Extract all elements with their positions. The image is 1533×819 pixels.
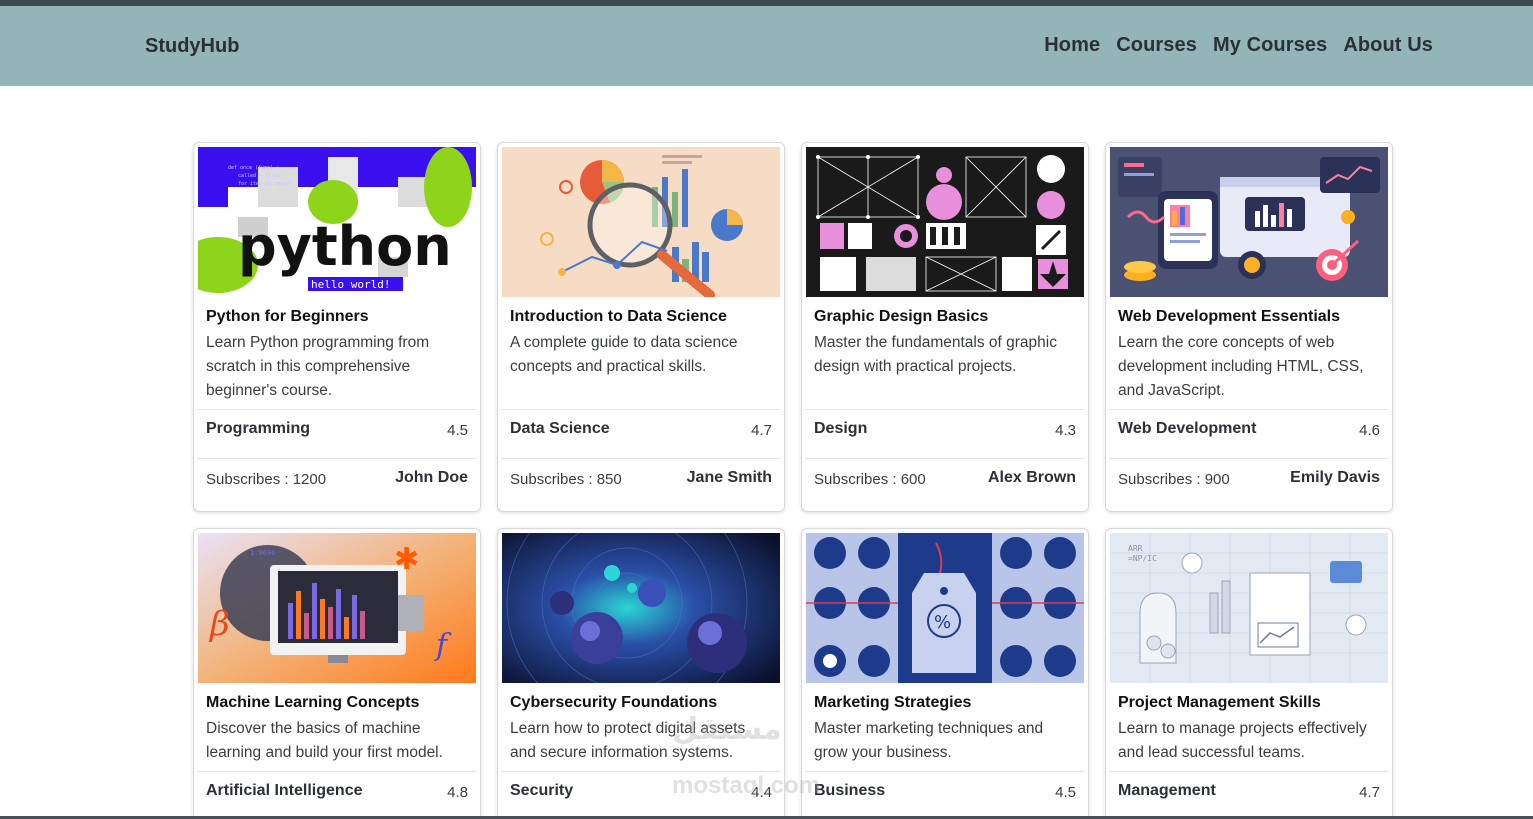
divider xyxy=(1110,458,1388,459)
course-title[interactable]: Web Development Essentials xyxy=(1118,308,1340,326)
nav-my-courses-link[interactable]: My Courses xyxy=(1213,34,1327,57)
course-author: Alex Brown xyxy=(987,469,1076,486)
course-subscribers: Subscribes : 600 xyxy=(814,471,926,488)
divider xyxy=(806,409,1084,410)
divider xyxy=(198,771,476,772)
course-author: Jane Smith xyxy=(686,469,772,486)
nav-home-link[interactable]: Home xyxy=(1044,34,1100,57)
course-title[interactable]: Graphic Design Basics xyxy=(814,308,988,326)
course-card[interactable]: Introduction to Data Science A complete … xyxy=(497,142,785,512)
svg-text:for item in range:: for item in range: xyxy=(238,181,292,187)
nav-about-link[interactable]: About Us xyxy=(1343,34,1433,57)
course-card[interactable]: ARR =NP/IC Project Management Skills Lea… xyxy=(1105,528,1393,819)
course-rating: 4.5 xyxy=(447,422,468,439)
course-card[interactable]: β f ✱ 1.9696 0.7061 Machine Learning Con… xyxy=(193,528,481,819)
course-rating: 4.6 xyxy=(1359,422,1380,439)
course-subscribers: Subscribes : 1200 xyxy=(206,471,327,488)
course-description: Learn Python programming from scratch in… xyxy=(206,334,430,399)
project-management-thumbnail: ARR =NP/IC xyxy=(1110,533,1388,683)
cybersecurity-thumbnail xyxy=(502,533,780,683)
divider xyxy=(502,458,780,459)
data-science-thumbnail xyxy=(502,147,780,297)
course-rating: 4.4 xyxy=(751,784,772,801)
svg-text:✱: ✱ xyxy=(394,542,419,577)
graphic-design-thumbnail xyxy=(806,147,1084,297)
nav-links: Home Courses My Courses About Us xyxy=(1044,34,1433,57)
course-rating: 4.5 xyxy=(1055,784,1076,801)
course-card[interactable]: Web Development Essentials Learn the cor… xyxy=(1105,142,1393,512)
divider xyxy=(806,771,1084,772)
divider xyxy=(502,771,780,772)
course-category: Business xyxy=(814,782,886,799)
course-description: Master marketing techniques and grow you… xyxy=(814,720,1044,761)
divider xyxy=(198,409,476,410)
divider xyxy=(1110,409,1388,410)
svg-text:called = false: called = false xyxy=(238,173,280,179)
course-author: Emily Davis xyxy=(1290,469,1380,486)
svg-text:1.9696: 1.9696 xyxy=(250,549,275,557)
course-rating: 4.7 xyxy=(1359,784,1380,801)
course-category: Web Development xyxy=(1118,420,1257,437)
course-title[interactable]: Introduction to Data Science xyxy=(510,308,727,326)
divider xyxy=(806,458,1084,459)
course-category: Artificial Intelligence xyxy=(206,782,363,799)
nav-courses-link[interactable]: Courses xyxy=(1116,34,1197,57)
navbar: StudyHub Home Courses My Courses About U… xyxy=(0,6,1533,86)
python-thumbnail: def once (func) : called = false for ite… xyxy=(198,147,476,297)
marketing-thumbnail: % xyxy=(806,533,1084,683)
svg-text:β: β xyxy=(208,604,230,644)
machine-learning-thumbnail: β f ✱ 1.9696 0.7061 xyxy=(198,533,476,683)
course-category: Security xyxy=(510,782,574,799)
hello-world-text: hello world! xyxy=(311,278,390,291)
svg-text:def once (func) :: def once (func) : xyxy=(228,165,279,171)
course-card[interactable]: Graphic Design Basics Master the fundame… xyxy=(801,142,1089,512)
svg-text:%: % xyxy=(934,612,951,633)
course-rating: 4.3 xyxy=(1055,422,1076,439)
course-card[interactable]: Cybersecurity Foundations Learn how to p… xyxy=(497,528,785,819)
course-rating: 4.8 xyxy=(447,784,468,801)
python-logo-text: python xyxy=(238,215,452,278)
course-description: Learn to manage projects effectively and… xyxy=(1118,720,1367,761)
course-subscribers: Subscribes : 850 xyxy=(510,471,622,488)
course-category: Design xyxy=(814,420,868,437)
course-category: Data Science xyxy=(510,420,610,437)
course-card[interactable]: % Marketing Strategies Master marketing … xyxy=(801,528,1089,819)
course-title[interactable]: Cybersecurity Foundations xyxy=(510,694,717,712)
divider xyxy=(198,458,476,459)
web-dev-thumbnail xyxy=(1110,147,1388,297)
course-subscribers: Subscribes : 900 xyxy=(1118,471,1230,488)
divider xyxy=(1110,771,1388,772)
course-description: Learn how to protect digital assets and … xyxy=(510,720,746,761)
course-description: A complete guide to data science concept… xyxy=(510,334,738,375)
course-author: John Doe xyxy=(395,469,468,486)
course-title[interactable]: Marketing Strategies xyxy=(814,694,971,712)
svg-text:0.7061: 0.7061 xyxy=(250,557,275,565)
course-title[interactable]: Python for Beginners xyxy=(206,308,369,326)
course-category: Management xyxy=(1118,782,1216,799)
course-card[interactable]: def once (func) : called = false for ite… xyxy=(193,142,481,512)
svg-text:=NP/IC: =NP/IC xyxy=(1128,554,1157,563)
course-title[interactable]: Project Management Skills xyxy=(1118,694,1321,712)
course-title[interactable]: Machine Learning Concepts xyxy=(206,694,419,712)
course-rating: 4.7 xyxy=(751,422,772,439)
course-description: Learn the core concepts of web developme… xyxy=(1118,334,1364,399)
course-description: Master the fundamentals of graphic desig… xyxy=(814,334,1057,375)
svg-text:ARR: ARR xyxy=(1128,544,1143,553)
brand-logo[interactable]: StudyHub xyxy=(145,35,239,58)
divider xyxy=(502,409,780,410)
course-category: Programming xyxy=(206,420,311,437)
course-description: Discover the basics of machine learning … xyxy=(206,720,443,761)
